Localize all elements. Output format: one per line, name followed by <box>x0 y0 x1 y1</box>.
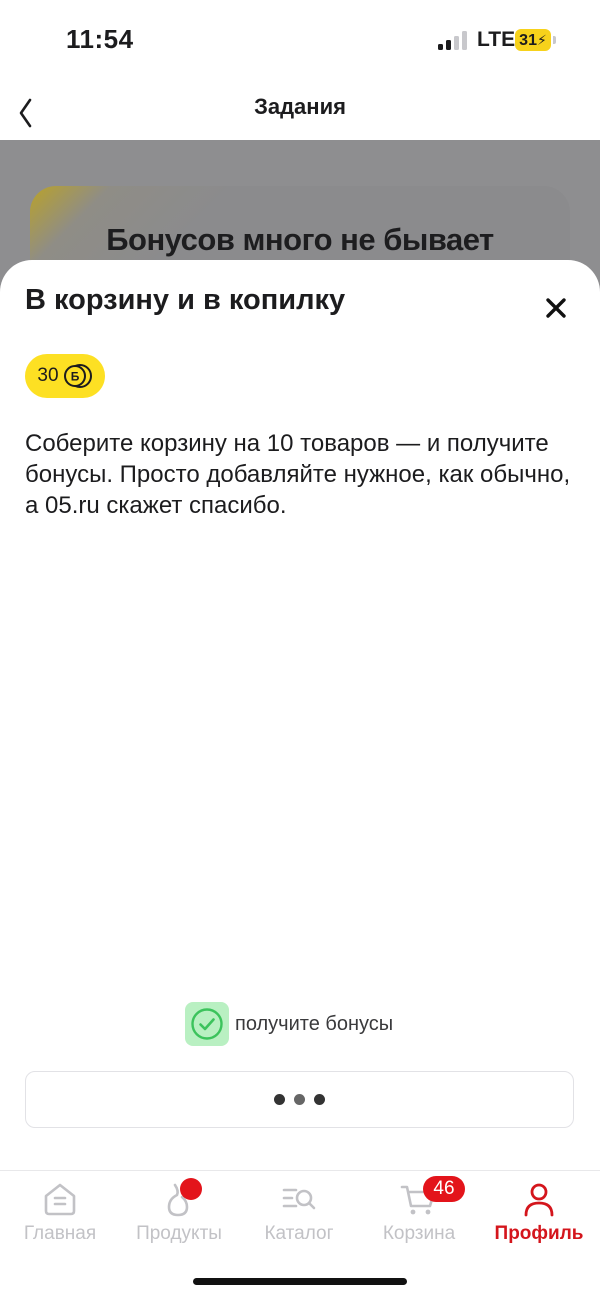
network-type: LTE <box>477 28 516 51</box>
page-title: Задания <box>254 94 346 119</box>
loading-action-button[interactable] <box>25 1071 574 1128</box>
bonus-coin-icon: Б <box>63 363 93 389</box>
home-indicator <box>193 1278 407 1285</box>
battery-icon: 31⚡ <box>515 29 556 51</box>
nav-header: Задания <box>0 80 600 140</box>
cart-count-badge: 46 <box>423 1176 465 1202</box>
task-description: Соберите корзину на 10 товаров — и получ… <box>25 430 571 519</box>
task-status-label: получите бонусы <box>235 1012 394 1035</box>
tab-home-label: Главная <box>23 1223 97 1244</box>
profile-icon <box>524 1183 554 1217</box>
status-time: 11:54 <box>66 24 134 54</box>
bonus-currency-symbol: Б <box>70 370 79 384</box>
tab-profile[interactable]: Профиль <box>479 1171 599 1251</box>
home-icon <box>44 1183 76 1216</box>
close-icon <box>546 298 566 318</box>
tab-profile-label: Профиль <box>494 1223 584 1244</box>
background-promo-title: Бонусов много не бывает <box>106 222 494 257</box>
battery-level: 31 <box>519 32 537 49</box>
tab-products[interactable]: Продукты <box>119 1171 239 1251</box>
loading-dot-icon <box>294 1094 305 1105</box>
loading-dot-icon <box>274 1094 285 1105</box>
loading-dot-icon <box>314 1094 325 1105</box>
catalog-search-icon <box>282 1188 316 1210</box>
tab-catalog[interactable]: Каталог <box>239 1171 359 1251</box>
task-status: получите бонусы <box>185 1002 393 1046</box>
tab-products-label: Продукты <box>136 1223 222 1244</box>
tab-cart[interactable]: 46 Корзина <box>359 1171 479 1251</box>
status-bar: 11:54 LTE 31⚡ <box>0 0 600 80</box>
tab-cart-label: Корзина <box>382 1223 456 1244</box>
tab-home[interactable]: Главная <box>0 1171 120 1251</box>
signal-strength-icon <box>438 30 470 50</box>
bonus-badge: 30 Б <box>25 354 105 398</box>
sheet-title: В корзину и в копилку <box>25 284 346 316</box>
close-button[interactable] <box>536 288 576 328</box>
products-notification-dot <box>180 1178 202 1200</box>
bonus-amount: 30 <box>37 365 59 386</box>
tab-catalog-label: Каталог <box>264 1223 334 1244</box>
checkmark-circle-icon <box>185 1002 229 1046</box>
